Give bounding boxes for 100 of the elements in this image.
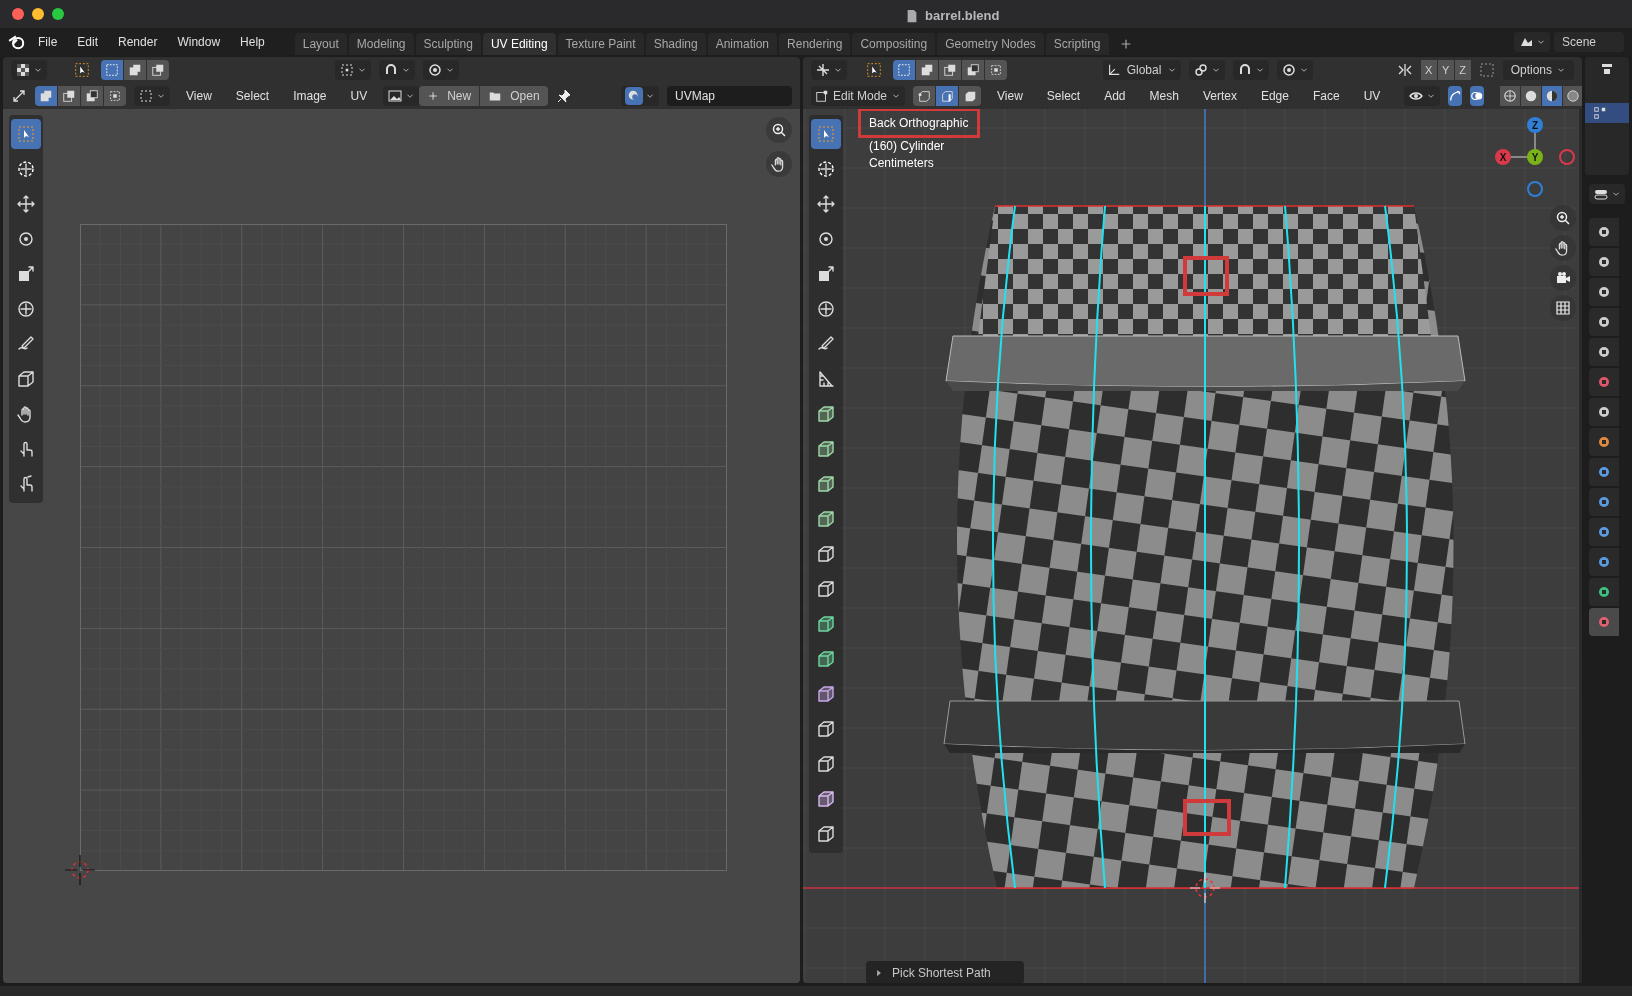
uv-sync-dropdown[interactable] [621,86,659,106]
properties-tab[interactable] [1589,578,1619,606]
proportional-edit-dropdown[interactable] [423,60,459,80]
axis-toggle[interactable]: Y [1437,60,1454,80]
editor-type-button[interactable] [1589,184,1625,204]
zoom-button[interactable] [1550,205,1576,231]
image-browse-dropdown[interactable] [383,86,420,106]
scene-name-field[interactable]: Scene [1554,31,1624,52]
properties-tab[interactable] [1589,608,1619,636]
proportional-edit-dropdown[interactable] [1277,60,1313,80]
workspace-tab[interactable]: Modeling [348,33,414,55]
mode-toggle[interactable] [893,60,915,80]
mode-toggle[interactable] [959,86,982,106]
shading-mode-button[interactable] [1563,86,1582,106]
mode-toggle[interactable] [913,86,936,106]
shading-mode-button[interactable] [1500,86,1521,106]
axis-label[interactable]: X [1495,149,1511,165]
camera-view-button[interactable] [1550,265,1576,291]
workspace-tab[interactable]: Shading [645,33,706,55]
workspace-tab[interactable]: Geometry Nodes [937,33,1044,55]
workspace-tab[interactable]: Scripting [1045,33,1109,55]
mode-toggle[interactable] [962,60,984,80]
mode-toggle[interactable] [101,60,123,80]
properties-tab[interactable] [1589,488,1619,516]
mode-toggle[interactable] [124,60,146,80]
properties-tab[interactable] [1589,278,1619,306]
menu-item[interactable]: Image [285,86,335,106]
properties-tab[interactable] [1589,458,1619,486]
shading-mode-button[interactable] [1542,86,1563,106]
menu-item[interactable]: UV [342,86,376,106]
sticky-mode-dropdown[interactable] [134,86,170,106]
workspace-tab[interactable]: Layout [294,33,347,55]
overlays-toggle[interactable] [1470,86,1485,106]
properties-tab[interactable] [1589,368,1619,396]
pivot-dropdown[interactable] [335,60,371,80]
menu-item[interactable]: View [178,86,220,106]
mode-toggle[interactable] [58,86,80,106]
zoom-button[interactable] [766,117,792,143]
mode-toggle[interactable] [936,86,959,106]
properties-tab[interactable] [1589,218,1619,246]
menu-item[interactable]: Render [110,32,166,51]
workspace-tab[interactable]: Animation [707,33,778,55]
menu-item[interactable]: File [30,32,66,51]
workspace-tab[interactable]: UV Editing [482,33,556,55]
workspace-tab[interactable]: Compositing [852,33,936,55]
properties-tab[interactable] [1589,308,1619,336]
menu-item[interactable]: UV [1355,86,1389,106]
menu-item[interactable]: Window [169,32,229,51]
options-dropdown[interactable]: Options [1502,60,1574,80]
mode-toggle[interactable] [104,86,126,106]
menu-item[interactable]: Face [1304,86,1348,106]
pivot-dropdown[interactable] [1189,60,1225,80]
properties-tab[interactable] [1589,518,1619,546]
properties-tab[interactable] [1589,248,1619,276]
axis-label[interactable]: Y [1527,149,1543,165]
mode-toggle[interactable] [81,86,103,106]
workspace-tab[interactable]: Sculpting [415,33,481,55]
menu-item[interactable]: Select [1038,86,1089,106]
navigation-gizmo[interactable]: Z X Y [1495,117,1575,197]
mode-toggle[interactable] [147,60,169,80]
mode-dropdown[interactable]: Edit Mode [811,86,906,106]
axis-toggle[interactable]: Z [1454,60,1471,80]
scene-selector[interactable] [1514,31,1550,52]
new-image-button[interactable]: New [419,86,480,106]
snapping-dropdown[interactable] [379,60,415,80]
menu-item[interactable]: Mesh [1141,86,1187,106]
menu-item[interactable]: Vertex [1194,86,1245,106]
mode-toggle[interactable] [939,60,961,80]
menu-item[interactable]: Help [232,32,273,51]
snapping-dropdown[interactable] [1233,60,1269,80]
window-control[interactable] [32,8,44,20]
menu-item[interactable]: Select [227,86,278,106]
editor-type-button[interactable] [11,60,47,80]
window-control[interactable] [12,8,24,20]
visibility-dropdown[interactable] [1404,86,1441,106]
mode-toggle[interactable] [985,60,1007,80]
outliner-row[interactable] [1585,103,1629,123]
properties-tab[interactable] [1589,428,1619,456]
negative-axis-circle[interactable] [1527,181,1543,197]
menu-item[interactable]: Add [1096,86,1134,106]
menu-item[interactable]: View [989,86,1031,106]
axis-label[interactable]: Z [1527,117,1543,133]
open-image-button[interactable]: Open [480,86,548,106]
orientation-dropdown[interactable]: Global [1103,60,1181,80]
workspace-tab[interactable]: Rendering [779,33,851,55]
perspective-toggle[interactable] [1550,295,1576,321]
shading-mode-button[interactable] [1521,86,1542,106]
properties-tab[interactable] [1589,548,1619,576]
last-operator-panel[interactable]: Pick Shortest Path [866,961,1024,983]
mode-toggle[interactable] [35,86,57,106]
workspace-tab[interactable]: Texture Paint [557,33,644,55]
pan-button[interactable] [766,151,792,177]
pan-button[interactable] [1550,235,1576,261]
axis-toggle[interactable]: X [1420,60,1437,80]
mode-toggle[interactable] [916,60,938,80]
properties-tab[interactable] [1589,398,1619,426]
window-control[interactable] [52,8,64,20]
menu-item[interactable]: Edge [1252,86,1297,106]
uv-map-field[interactable]: UVMap [667,86,792,106]
editor-type-button[interactable] [811,60,847,80]
